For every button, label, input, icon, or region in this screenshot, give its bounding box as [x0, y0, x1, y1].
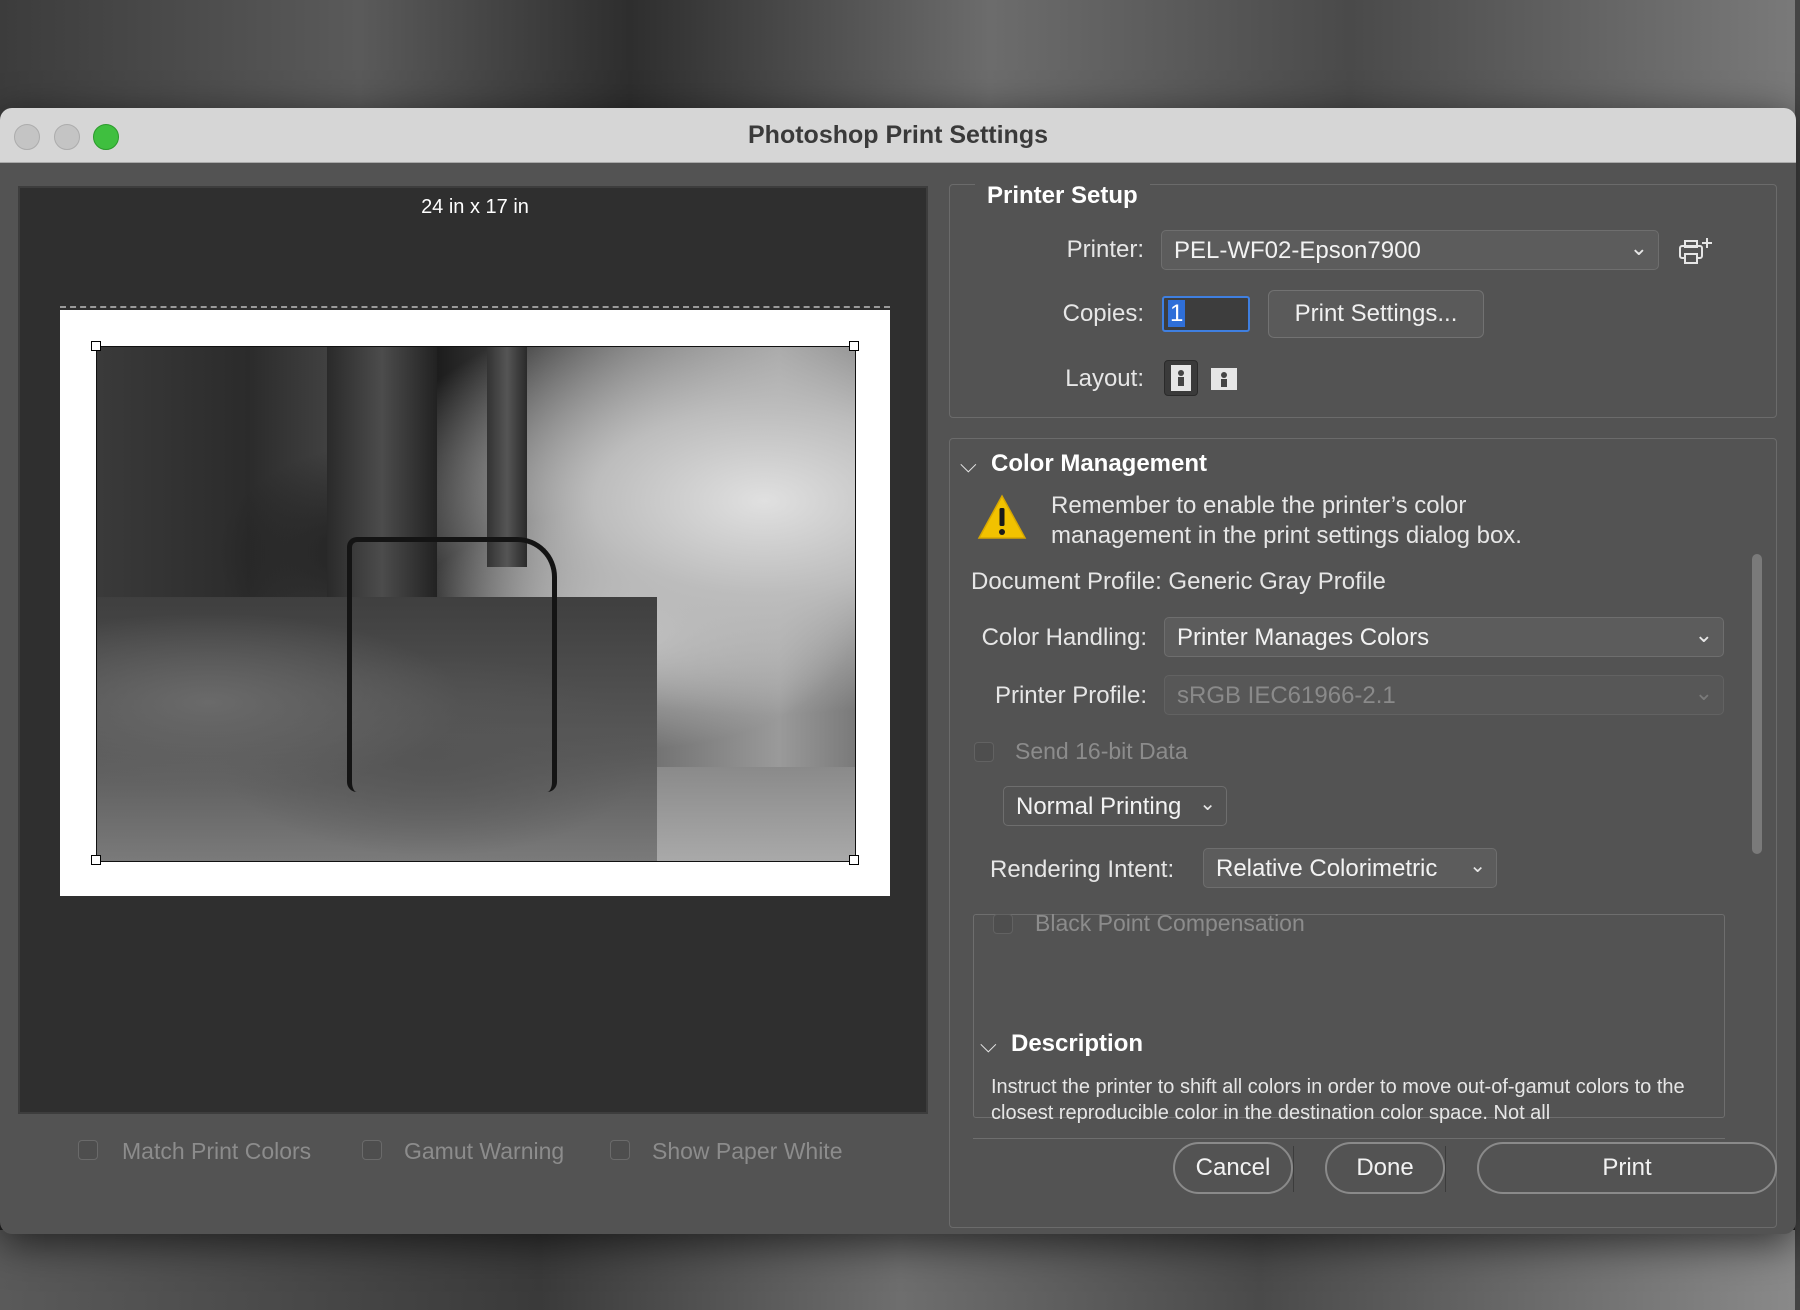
printer-label: Printer: — [1066, 236, 1144, 263]
chevron-down-icon: ⌄ — [1469, 855, 1486, 877]
send-16bit-checkbox[interactable] — [974, 742, 994, 762]
normal-printing-dropdown[interactable]: Normal Printing ⌄ — [1003, 786, 1227, 826]
printer-profile-value: sRGB IEC61966-2.1 — [1177, 682, 1396, 709]
match-print-colors-checkbox[interactable] — [78, 1140, 98, 1160]
window-title: Photoshop Print Settings — [748, 121, 1048, 149]
chevron-down-icon: ⌄ — [1199, 793, 1216, 815]
printer-dropdown-value: PEL-WF02-Epson7900 — [1174, 237, 1421, 264]
title-bar: Photoshop Print Settings — [0, 108, 1796, 163]
print-settings-dialog: Photoshop Print Settings 24 in x 17 in M… — [0, 108, 1796, 1234]
desktop-background-top — [0, 0, 1800, 120]
chevron-down-icon: ⌄ — [1694, 680, 1713, 705]
printer-profile-label: Printer Profile: — [994, 682, 1147, 709]
printable-area-edge — [60, 306, 890, 308]
layout-portrait-icon[interactable] — [1164, 360, 1198, 396]
print-settings-button[interactable]: Print Settings... — [1268, 290, 1484, 338]
gamut-warning-label: Gamut Warning — [404, 1138, 565, 1164]
rendering-intent-value: Relative Colorimetric — [1216, 855, 1438, 882]
document-profile-text: Document Profile: Generic Gray Profile — [971, 568, 1386, 595]
add-printer-icon[interactable] — [1676, 234, 1716, 270]
chevron-down-icon: ⌄ — [1629, 235, 1648, 260]
copies-input[interactable]: 1 — [1162, 296, 1250, 332]
color-handling-value: Printer Manages Colors — [1177, 624, 1430, 651]
match-print-colors-label: Match Print Colors — [122, 1138, 312, 1164]
send-16bit-label: Send 16-bit Data — [1015, 738, 1188, 764]
description-title[interactable]: Description — [1011, 1030, 1143, 1058]
copies-value: 1 — [1168, 300, 1186, 327]
footer-separator — [1445, 1146, 1446, 1192]
resize-handle-bottom-left[interactable] — [91, 855, 101, 865]
done-button[interactable]: Done — [1325, 1142, 1445, 1194]
black-point-compensation-label: Black Point Compensation — [1035, 910, 1305, 936]
resize-handle-top-left[interactable] — [91, 341, 101, 351]
printer-dropdown[interactable]: PEL-WF02-Epson7900 ⌄ — [1161, 230, 1659, 270]
show-paper-white-label: Show Paper White — [652, 1138, 843, 1164]
paper-size-label: 24 in x 17 in — [421, 196, 529, 218]
rendering-intent-dropdown[interactable]: Relative Colorimetric ⌄ — [1203, 848, 1497, 888]
print-preview: 24 in x 17 in — [18, 186, 928, 1114]
preview-paper — [60, 310, 890, 896]
layout-label: Layout: — [1065, 365, 1144, 392]
resize-handle-top-right[interactable] — [849, 341, 859, 351]
rendering-intent-label: Rendering Intent: — [990, 856, 1175, 883]
desktop-background-bottom — [0, 1230, 1800, 1310]
print-button[interactable]: Print — [1477, 1142, 1777, 1194]
copies-label: Copies: — [1062, 300, 1144, 327]
color-management-title[interactable]: Color Management — [991, 450, 1207, 478]
chevron-down-icon: ⌄ — [1694, 622, 1713, 647]
printer-setup-title: Printer Setup — [975, 182, 1150, 210]
black-point-compensation-checkbox[interactable] — [993, 914, 1013, 934]
printer-profile-dropdown[interactable]: sRGB IEC61966-2.1 ⌄ — [1164, 675, 1724, 715]
description-text: Instruct the printer to shift all colors… — [991, 1076, 1685, 1124]
description-divider — [973, 1138, 1725, 1139]
color-management-warning: Remember to enable the printer’s color m… — [1051, 492, 1522, 549]
description-collapse-icon[interactable]: ⌵ — [980, 1032, 997, 1058]
photo-ground — [657, 767, 855, 861]
layout-landscape-icon[interactable] — [1208, 360, 1242, 396]
color-management-collapse-icon[interactable]: ⌵ — [960, 452, 977, 478]
photo-tree-trunk-2 — [487, 347, 527, 567]
resize-handle-bottom-right[interactable] — [849, 855, 859, 865]
preview-photo[interactable] — [96, 346, 856, 862]
color-handling-label: Color Handling: — [981, 624, 1147, 651]
gamut-warning-checkbox[interactable] — [362, 1140, 382, 1160]
normal-printing-value: Normal Printing — [1016, 793, 1182, 820]
footer-separator — [1293, 1146, 1294, 1192]
scrollbar-thumb[interactable] — [1752, 554, 1762, 854]
cancel-button[interactable]: Cancel — [1173, 1142, 1293, 1194]
photo-chair — [347, 537, 557, 792]
warning-icon — [977, 494, 1027, 540]
show-paper-white-checkbox[interactable] — [610, 1140, 630, 1160]
color-handling-dropdown[interactable]: Printer Manages Colors ⌄ — [1164, 617, 1724, 657]
